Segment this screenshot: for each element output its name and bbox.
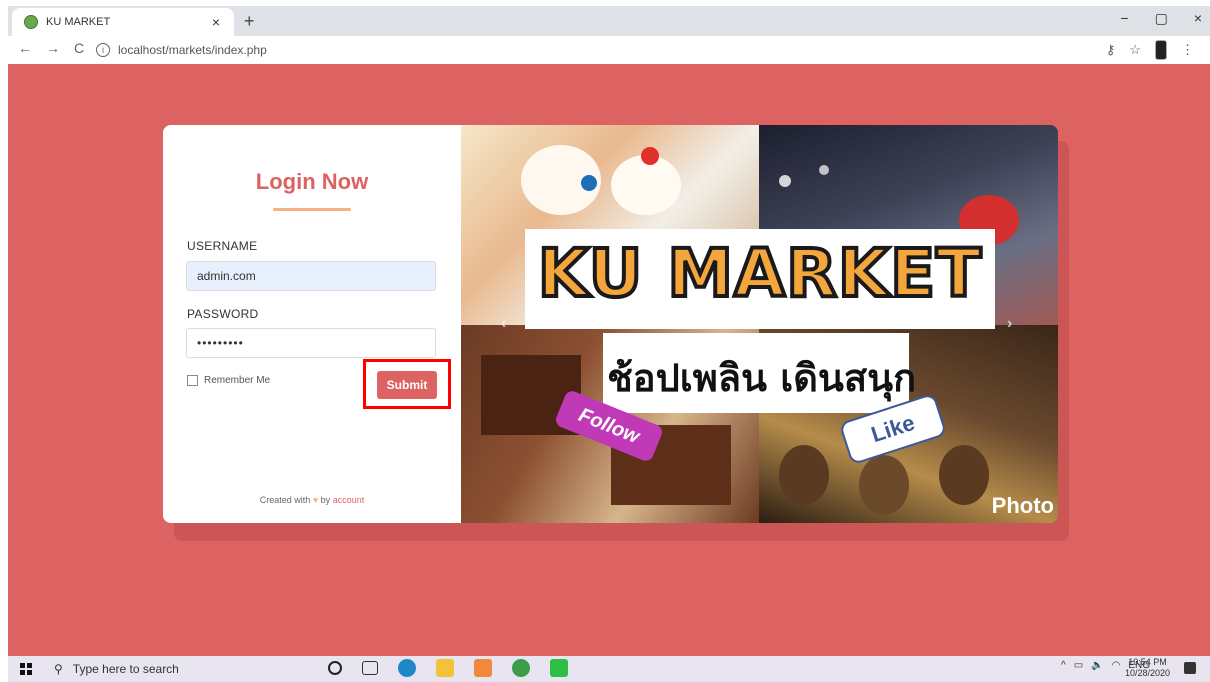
xampp-icon[interactable] (474, 659, 492, 677)
menu-icon[interactable]: ⋮ (1181, 42, 1194, 58)
login-heading: Login Now (255, 169, 369, 194)
remember-label: Remember Me (204, 375, 271, 386)
notification-icon[interactable] (1184, 662, 1196, 674)
carousel-next-icon[interactable]: › (1007, 315, 1012, 333)
photo-watermark: Photo (991, 493, 1054, 518)
windows-start-icon[interactable] (20, 663, 32, 675)
maximize-icon[interactable]: ▢ (1155, 10, 1168, 27)
submit-button[interactable]: Submit (377, 371, 437, 399)
page-background: Login Now USERNAME admin.com PASSWORD ••… (8, 64, 1210, 656)
password-input[interactable]: ••••••••• (186, 328, 436, 358)
login-panel: Login Now USERNAME admin.com PASSWORD ••… (163, 125, 461, 523)
close-window-icon[interactable]: × (1194, 10, 1202, 27)
address-bar-actions: ⚷ ☆ ⋮ (1106, 40, 1194, 60)
taskbar-clock[interactable]: 10:54 PM 10/28/2020 (1125, 657, 1170, 679)
volume-icon[interactable]: 🔈 (1091, 660, 1103, 671)
profile-avatar[interactable] (1155, 40, 1167, 60)
banner-carousel: KU MARKET ช้อปเพลิน เดินสนุก Follow Like… (461, 125, 1058, 523)
password-label: PASSWORD (187, 307, 259, 321)
footer-link[interactable]: account (333, 495, 365, 505)
url-field[interactable]: i localhost/markets/index.php (96, 39, 1096, 61)
browser-tab-bar: KU MARKET × + − ▢ × (8, 6, 1210, 36)
heading-underline (273, 208, 351, 211)
favicon-icon (24, 15, 38, 29)
wifi-icon[interactable]: ◠ (1112, 660, 1121, 671)
taskbar-apps (328, 659, 568, 677)
login-card: Login Now USERNAME admin.com PASSWORD ••… (163, 125, 1058, 523)
browser-tab[interactable]: KU MARKET × (12, 8, 234, 36)
edge-icon[interactable] (398, 659, 416, 677)
info-icon[interactable]: i (96, 43, 110, 57)
search-placeholder: Type here to search (72, 662, 179, 676)
taskbar-search[interactable]: ⚲ Type here to search (46, 656, 306, 682)
url-text: localhost/markets/index.php (118, 43, 267, 57)
like-text: Like (868, 409, 918, 448)
minimize-icon[interactable]: − (1120, 10, 1128, 27)
star-icon[interactable]: ☆ (1129, 42, 1141, 58)
clock-date: 10/28/2020 (1124, 668, 1170, 678)
clock-time: 10:54 PM (1128, 657, 1167, 667)
remember-me[interactable]: Remember Me (187, 375, 270, 386)
back-icon[interactable]: ← (18, 40, 32, 56)
footer-prefix: Created with (259, 495, 311, 505)
banner-title: KU MARKET (536, 233, 983, 314)
file-explorer-icon[interactable] (436, 659, 454, 677)
search-icon: ⚲ (54, 662, 63, 676)
forward-icon[interactable]: → (46, 40, 60, 56)
key-icon[interactable]: ⚷ (1106, 42, 1116, 58)
login-footer: Created with ♥ by account (163, 495, 461, 505)
address-bar: ← → C i localhost/markets/index.php ⚷ ☆ … (8, 36, 1210, 65)
heart-icon: ♥ (312, 495, 319, 505)
reload-icon[interactable]: C (74, 40, 84, 56)
tab-close-icon[interactable]: × (206, 14, 226, 30)
cortana-icon[interactable] (328, 661, 342, 675)
new-tab-button[interactable]: + (244, 11, 255, 32)
tab-title: KU MARKET (46, 16, 111, 28)
battery-icon[interactable]: ▭ (1074, 660, 1083, 671)
banner-subtitle: ช้อปเพลิน เดินสนุก (607, 356, 917, 400)
task-view-icon[interactable] (362, 661, 378, 675)
nav-buttons: ← → C (18, 40, 84, 56)
remember-checkbox[interactable] (187, 375, 198, 386)
window-controls: − ▢ × (1120, 10, 1202, 27)
windows-taskbar: ⚲ Type here to search ^ ▭ 🔈 ◠ ENG 10:54 … (8, 656, 1210, 682)
footer-by: by (320, 495, 331, 505)
tray-chevron-icon[interactable]: ^ (1061, 660, 1066, 671)
username-input[interactable]: admin.com (186, 261, 436, 291)
username-label: USERNAME (187, 239, 258, 253)
chrome-icon[interactable] (512, 659, 530, 677)
line-icon[interactable] (550, 659, 568, 677)
carousel-prev-icon[interactable]: ‹ (501, 315, 506, 333)
